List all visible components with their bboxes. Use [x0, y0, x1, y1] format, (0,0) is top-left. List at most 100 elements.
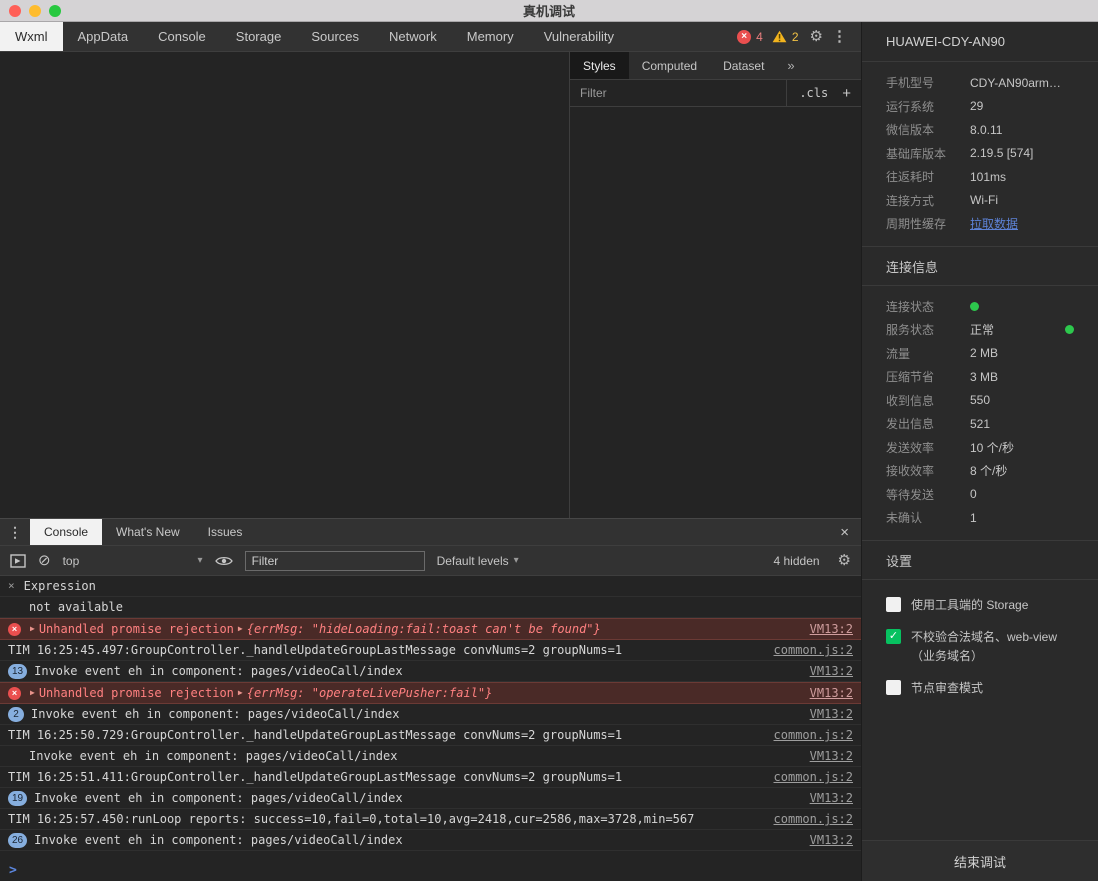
- device-info-row: 周期性缓存拉取数据: [886, 212, 1074, 236]
- info-value: 29: [970, 99, 983, 113]
- toggle-class-button[interactable]: .cls: [799, 86, 828, 100]
- checkbox[interactable]: ✓: [886, 629, 901, 644]
- top-tab-sources[interactable]: Sources: [296, 22, 374, 51]
- source-link[interactable]: common.js:2: [760, 769, 853, 785]
- source-link[interactable]: common.js:2: [760, 811, 853, 827]
- console-entry[interactable]: TIM 16:25:57.450:runLoop reports: succes…: [0, 809, 861, 830]
- setting-row[interactable]: 节点审查模式: [886, 679, 1074, 698]
- drawer-tab-what-s-new[interactable]: What's New: [102, 519, 194, 545]
- minimize-window-button[interactable]: [29, 5, 41, 17]
- source-link[interactable]: VM13:2: [796, 832, 853, 848]
- drawer-tab-console[interactable]: Console: [30, 519, 102, 545]
- info-value: CDY-AN90arm…: [970, 76, 1061, 90]
- device-info-row: 往返耗时101ms: [886, 165, 1074, 189]
- top-tab-memory[interactable]: Memory: [452, 22, 529, 51]
- info-value: 1: [970, 511, 977, 525]
- info-label: 等待发送: [886, 486, 970, 503]
- source-link[interactable]: VM13:2: [796, 663, 853, 679]
- top-tab-storage[interactable]: Storage: [221, 22, 297, 51]
- end-debug-button[interactable]: 结束调试: [862, 840, 1098, 881]
- console-entry[interactable]: TIM 16:25:45.497:GroupController._handle…: [0, 640, 861, 661]
- device-info-row: 运行系统29: [886, 95, 1074, 119]
- top-tab-console[interactable]: Console: [143, 22, 221, 51]
- log-message: Expression: [24, 578, 96, 594]
- console-entry[interactable]: ×Expression: [0, 576, 861, 597]
- more-options-icon[interactable]: ⋮: [828, 29, 851, 44]
- settings-gear-icon[interactable]: ⚙: [810, 29, 823, 44]
- top-tab-appdata[interactable]: AppData: [63, 22, 144, 51]
- error-count[interactable]: 4: [756, 30, 763, 44]
- drawer-tab-issues[interactable]: Issues: [194, 519, 257, 545]
- zoom-window-button[interactable]: [49, 5, 61, 17]
- source-link[interactable]: VM13:2: [796, 748, 853, 764]
- expand-arrow-icon[interactable]: ▶: [30, 621, 35, 637]
- console-settings-icon[interactable]: ⚙: [838, 553, 851, 568]
- console-entry[interactable]: 19Invoke event eh in component: pages/vi…: [0, 788, 861, 809]
- source-link[interactable]: VM13:2: [796, 685, 853, 701]
- close-window-button[interactable]: [9, 5, 21, 17]
- error-message: Unhandled promise rejection: [39, 685, 234, 701]
- console-entry[interactable]: 26Invoke event eh in component: pages/vi…: [0, 830, 861, 851]
- tab-overflow-icon[interactable]: »: [777, 52, 804, 79]
- hidden-messages-count[interactable]: 4 hidden: [774, 554, 820, 568]
- setting-row[interactable]: ✓不校验合法域名、web-view（业务域名）: [886, 628, 1074, 665]
- drawer-menu-icon[interactable]: ⋮: [0, 519, 30, 545]
- console-sidebar-icon[interactable]: [10, 554, 26, 568]
- prompt-chevron-icon: >: [9, 863, 17, 878]
- console-entry[interactable]: Invoke event eh in component: pages/vide…: [0, 746, 861, 767]
- checkbox[interactable]: [886, 597, 901, 612]
- source-link[interactable]: common.js:2: [760, 642, 853, 658]
- styles-tabs: StylesComputedDataset: [570, 52, 777, 79]
- new-style-rule-button[interactable]: +: [842, 86, 851, 101]
- styles-filter-buttons: .cls +: [786, 80, 851, 106]
- source-link[interactable]: VM13:2: [796, 621, 853, 637]
- console-entry[interactable]: 2Invoke event eh in component: pages/vid…: [0, 704, 861, 725]
- expand-arrow-icon[interactable]: ▶: [238, 685, 243, 701]
- top-tab-wxml[interactable]: Wxml: [0, 22, 63, 51]
- styles-filter-row: .cls +: [570, 80, 861, 107]
- console-entry[interactable]: not available: [0, 597, 861, 618]
- log-levels-selector[interactable]: Default levels ▾: [437, 554, 519, 568]
- warning-count-icon[interactable]: [772, 30, 787, 43]
- remote-debug-window: 真机调试 WxmlAppDataConsoleStorageSourcesNet…: [0, 0, 1098, 881]
- error-count-icon[interactable]: ×: [737, 30, 751, 44]
- expand-arrow-icon[interactable]: ▶: [238, 621, 243, 637]
- styles-tab-dataset[interactable]: Dataset: [710, 52, 777, 79]
- log-message: TIM 16:25:51.411:GroupController._handle…: [8, 769, 622, 785]
- console-entry[interactable]: TIM 16:25:50.729:GroupController._handle…: [0, 725, 861, 746]
- styles-filter-input[interactable]: [580, 86, 786, 100]
- styles-tab-computed[interactable]: Computed: [629, 52, 710, 79]
- console-entry[interactable]: ×▶Unhandled promise rejection▶{errMsg: "…: [0, 682, 861, 704]
- warning-count[interactable]: 2: [792, 30, 799, 44]
- source-link[interactable]: common.js:2: [760, 727, 853, 743]
- eye-icon[interactable]: [215, 555, 233, 567]
- top-tab-vulnerability[interactable]: Vulnerability: [529, 22, 629, 51]
- console-entry[interactable]: TIM 16:25:51.411:GroupController._handle…: [0, 767, 861, 788]
- top-tab-network[interactable]: Network: [374, 22, 452, 51]
- source-link[interactable]: VM13:2: [796, 706, 853, 722]
- expand-arrow-icon[interactable]: ▶: [30, 685, 35, 701]
- styles-tab-styles[interactable]: Styles: [570, 52, 629, 79]
- log-message: Invoke event eh in component: pages/vide…: [34, 790, 402, 806]
- checkbox[interactable]: [886, 680, 901, 695]
- styles-tab-bar: StylesComputedDataset »: [570, 52, 861, 80]
- info-value: 101ms: [970, 170, 1006, 184]
- console-entry[interactable]: ×▶Unhandled promise rejection▶{errMsg: "…: [0, 618, 861, 640]
- inspector-split: StylesComputedDataset » .cls +: [0, 52, 861, 518]
- console-prompt[interactable]: >: [0, 860, 861, 881]
- clear-console-icon[interactable]: ⊘: [38, 553, 51, 568]
- info-label: 发出信息: [886, 415, 970, 432]
- chevron-down-icon: ▾: [198, 555, 203, 566]
- source-link[interactable]: VM13:2: [796, 790, 853, 806]
- log-levels-value: Default levels: [437, 554, 509, 568]
- console-filter-input[interactable]: [245, 551, 425, 571]
- connection-info-row: 连接状态: [886, 295, 1074, 319]
- console-entry[interactable]: 13Invoke event eh in component: pages/vi…: [0, 661, 861, 682]
- console-entry-content: not available: [8, 599, 123, 615]
- drawer-close-icon[interactable]: ×: [828, 519, 861, 545]
- console-toolbar: ⊘ top ▾ Default levels ▾ 4 h: [0, 546, 861, 576]
- fetch-data-link[interactable]: 拉取数据: [970, 215, 1018, 232]
- context-selector[interactable]: top ▾: [63, 554, 203, 568]
- setting-row[interactable]: 使用工具端的 Storage: [886, 596, 1074, 615]
- info-label: 连接状态: [886, 298, 970, 315]
